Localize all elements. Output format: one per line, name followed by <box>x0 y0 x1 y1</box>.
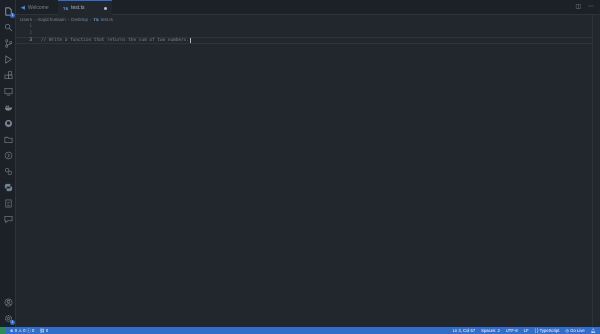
breadcrumb-item[interactable]: test.ts <box>101 17 113 22</box>
settings-gear-icon[interactable]: 1 <box>3 313 15 325</box>
indentation[interactable]: Spaces: 2 <box>481 328 500 333</box>
account-icon[interactable] <box>3 297 13 307</box>
breadcrumb: Users › majid.hussain › Desktop › TS tes… <box>20 16 113 23</box>
text-cursor <box>190 38 192 43</box>
tab-label: Welcome <box>27 4 49 11</box>
folder-icon[interactable] <box>3 134 13 144</box>
explorer-icon[interactable]: 1 <box>3 6 15 18</box>
run-debug-icon[interactable] <box>3 54 13 64</box>
timeline-icon[interactable] <box>3 150 13 160</box>
source-control-icon[interactable] <box>3 38 13 48</box>
breadcrumb-item[interactable]: Desktop <box>71 17 88 22</box>
go-live-label: Go Live <box>570 328 585 333</box>
cursor-position[interactable]: Ln 3, Col 57 <box>453 328 476 333</box>
editor-scrollbar[interactable] <box>592 15 600 327</box>
line-number: 3 <box>29 38 32 43</box>
chevron-right-icon: › <box>90 17 92 22</box>
ports-icon: ⛓ <box>39 327 45 333</box>
typescript-file-icon: TS <box>93 17 99 22</box>
error-count: 0 <box>14 327 18 333</box>
code-line[interactable]: 1 <box>16 23 592 30</box>
comments-icon[interactable] <box>3 214 13 224</box>
info-icon: ⓘ <box>26 327 31 333</box>
split-editor-icon[interactable]: ◫ <box>575 3 581 10</box>
line-number: 1 <box>29 24 32 29</box>
braces-icon: { } <box>534 328 539 333</box>
status-bar: ⊗ 0 ⚠ 0 ⓘ 0 ⛓ 0 Ln 3, Col 57 Spaces: 2 U… <box>0 327 600 334</box>
breadcrumb-item[interactable]: majid.hussain <box>38 17 66 22</box>
search-icon[interactable] <box>3 22 13 32</box>
unsaved-dot-icon[interactable] <box>104 6 107 10</box>
encoding[interactable]: UTF-8 <box>506 328 518 333</box>
github-icon[interactable] <box>3 118 13 128</box>
problems-indicator[interactable]: ⊗ 0 ⚠ 0 ⓘ 0 <box>10 328 34 334</box>
chevron-right-icon: › <box>34 17 36 22</box>
line-text: // Write a function that returns the sum… <box>41 38 190 43</box>
docker-icon[interactable] <box>3 102 13 112</box>
error-icon: ⊗ <box>10 327 14 333</box>
testing-icon[interactable] <box>3 198 13 208</box>
tab-welcome[interactable]: ◀ Welcome <box>16 0 56 15</box>
go-live-button[interactable]: ◎ Go Live <box>565 328 584 333</box>
more-actions-icon[interactable]: ⋯ <box>588 3 594 10</box>
tab-bar: ◀ Welcome TS test.ts ◫ ⋯ <box>16 0 600 15</box>
explorer-badge: 1 <box>10 13 15 18</box>
ports-indicator[interactable]: ⛓ 0 <box>39 328 48 334</box>
tab-test-ts[interactable]: TS test.ts <box>58 0 112 15</box>
code-line[interactable]: 2 <box>16 30 592 37</box>
vscode-logo-icon: ◀ <box>21 4 25 11</box>
warning-icon: ⚠ <box>18 327 22 333</box>
info-count: 0 <box>32 327 35 333</box>
live-share-icon[interactable] <box>3 166 13 176</box>
settings-badge: 1 <box>10 320 15 325</box>
code-line-current[interactable]: 3 // Write a function that returns the s… <box>16 37 592 44</box>
bell-icon[interactable]: 🔔︎ <box>591 328 596 334</box>
tab-label: test.ts <box>71 5 85 11</box>
code-editor[interactable]: 1 2 3 // Write a function that returns t… <box>16 23 592 327</box>
broadcast-icon: ◎ <box>565 328 570 333</box>
remote-explorer-icon[interactable] <box>3 86 13 96</box>
ports-count: 0 <box>45 327 49 333</box>
language-label: TypeScript <box>539 328 560 333</box>
extensions-icon[interactable] <box>3 70 13 80</box>
end-of-line[interactable]: LF <box>524 328 529 333</box>
breadcrumb-item[interactable]: Users <box>20 17 32 22</box>
line-number: 2 <box>29 31 32 36</box>
language-mode[interactable]: { } TypeScript <box>535 328 560 333</box>
python-icon[interactable] <box>3 182 13 192</box>
warning-count: 0 <box>23 327 26 333</box>
typescript-file-icon: TS <box>63 5 69 11</box>
activity-bar: 1 1 <box>0 0 16 327</box>
chevron-right-icon: › <box>67 17 70 22</box>
editor-actions: ◫ ⋯ <box>575 3 594 10</box>
